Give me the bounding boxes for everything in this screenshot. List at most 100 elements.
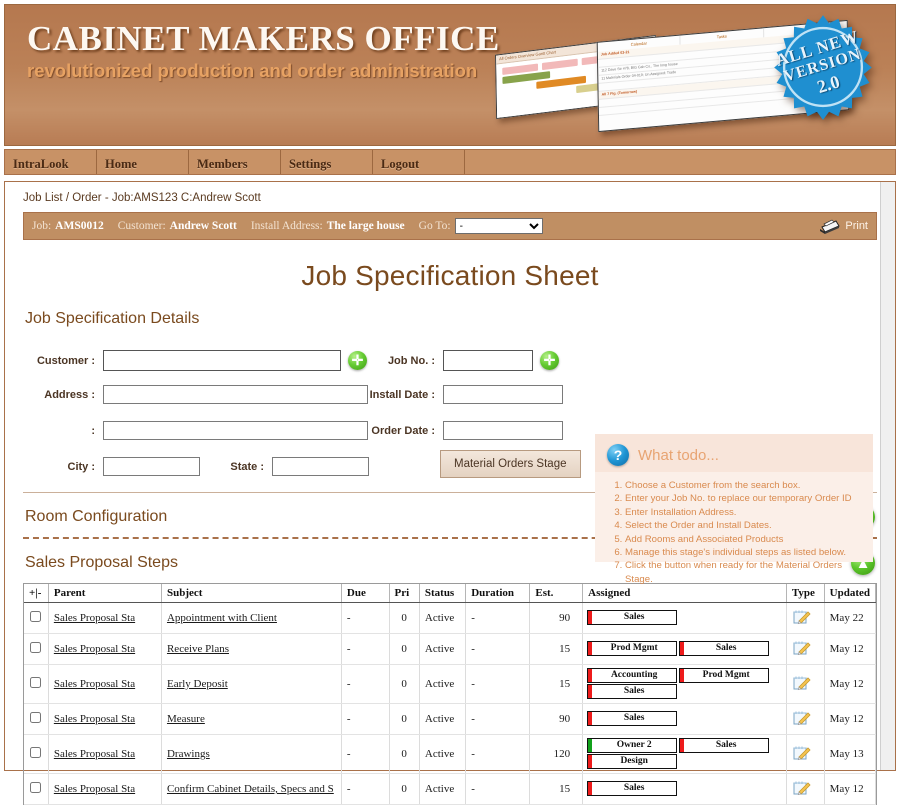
assigned-line: Sales (587, 610, 782, 625)
row-checkbox[interactable] (30, 747, 42, 758)
parent-link[interactable]: Sales Proposal Sta (54, 783, 135, 795)
customer-search-icon[interactable]: ✛ (348, 351, 367, 370)
assigned-line: Owner 2 Sales (587, 738, 782, 753)
nav-item-settings[interactable]: Settings (281, 150, 373, 174)
th-est[interactable]: Est. (529, 584, 584, 603)
jobno-search-icon[interactable]: ✛ (540, 351, 559, 370)
assigned-badge-label: Sales (623, 612, 645, 622)
parent-link[interactable]: Sales Proposal Sta (54, 643, 135, 655)
cell-assigned: Prod Mgmt Sales (582, 633, 787, 665)
cell-updated: May 22 (824, 602, 877, 634)
th-subject[interactable]: Subject (161, 584, 342, 603)
th-pri[interactable]: Pri (389, 584, 420, 603)
install-date-input[interactable] (443, 385, 563, 404)
cell-type[interactable] (786, 633, 825, 665)
assigned-badge[interactable]: Sales (587, 610, 678, 625)
row-checkbox[interactable] (30, 712, 42, 723)
cell-updated: May 12 (824, 703, 877, 735)
nav-item-home[interactable]: Home (97, 150, 189, 174)
page-scrollbar[interactable] (880, 182, 895, 770)
cell-est: 15 (529, 773, 584, 805)
table-row: Sales Proposal Sta Early Deposit -0 Active -… (24, 664, 877, 704)
parent-link[interactable]: Sales Proposal Sta (54, 748, 135, 760)
cell-pri: 0 (389, 664, 420, 704)
subject-link[interactable]: Confirm Cabinet Details, Specs and S (167, 783, 334, 795)
assigned-badge-label: Accounting (610, 670, 658, 680)
row-select-cell[interactable] (24, 602, 49, 634)
cell-type[interactable] (786, 773, 825, 805)
parent-link[interactable]: Sales Proposal Sta (54, 713, 135, 725)
row-select-cell[interactable] (24, 734, 49, 774)
th-expand[interactable]: +|- (24, 584, 49, 603)
cell-due: - (341, 664, 390, 704)
row-checkbox[interactable] (30, 611, 42, 622)
subject-link[interactable]: Early Deposit (167, 678, 228, 690)
assigned-badge[interactable]: Sales (587, 711, 678, 726)
nav-item-logout[interactable]: Logout (373, 150, 465, 174)
brand-block: CABINET MAKERS OFFICE revolutionized pro… (27, 19, 500, 82)
th-parent[interactable]: Parent (48, 584, 162, 603)
cell-pri: 0 (389, 602, 420, 634)
row-checkbox[interactable] (30, 642, 42, 653)
row-checkbox[interactable] (30, 677, 42, 688)
subject-link[interactable]: Appointment with Client (167, 612, 277, 624)
parent-link[interactable]: Sales Proposal Sta (54, 612, 135, 624)
cell-status: Active (419, 664, 467, 704)
customer-input[interactable] (103, 350, 341, 371)
assigned-badge[interactable]: Prod Mgmt (679, 668, 770, 683)
th-type[interactable]: Type (786, 584, 825, 603)
address-label: Address : (44, 388, 95, 401)
cell-parent: Sales Proposal Sta (48, 602, 162, 634)
install-date-row: Install Date : (350, 385, 563, 404)
subject-link[interactable]: Receive Plans (167, 643, 229, 655)
order-date-input[interactable] (443, 421, 563, 440)
assigned-badge[interactable]: Owner 2 (587, 738, 678, 753)
cell-type[interactable] (786, 734, 825, 774)
jobno-input[interactable] (443, 350, 533, 371)
th-duration[interactable]: Duration (465, 584, 531, 603)
state-input[interactable] (272, 457, 369, 476)
assigned-badge-label: Sales (623, 713, 645, 723)
job-info-bar: Job: AMS0012 Customer: Andrew Scott Inst… (23, 212, 877, 240)
th-due[interactable]: Due (341, 584, 390, 603)
nav-item-intralook[interactable]: IntraLook (5, 150, 97, 174)
breadcrumb-separator: - (104, 192, 109, 204)
cell-status: Active (419, 734, 467, 774)
cell-type[interactable] (786, 664, 825, 704)
assigned-badge[interactable]: Sales (679, 641, 770, 656)
cell-assigned: Sales (582, 602, 787, 634)
row-select-cell[interactable] (24, 633, 49, 665)
cell-updated: May 12 (824, 664, 877, 704)
breadcrumb: Job List / Order - Job:AMS123 C:Andrew S… (5, 182, 895, 212)
breadcrumb-root[interactable]: Job List / Order (23, 192, 102, 204)
assigned-badge[interactable]: Prod Mgmt (587, 641, 678, 656)
note-edit-icon (793, 676, 811, 691)
row-select-cell[interactable] (24, 703, 49, 735)
assigned-badge[interactable]: Sales (587, 684, 678, 699)
th-status[interactable]: Status (419, 584, 467, 603)
material-orders-stage-button[interactable]: Material Orders Stage (440, 450, 581, 478)
address-input[interactable] (103, 385, 368, 404)
address2-input[interactable] (103, 421, 368, 440)
assigned-badge[interactable]: Sales (679, 738, 770, 753)
what-todo-panel: ? What todo... Choose a Customer from th… (595, 434, 873, 585)
assigned-badge[interactable]: Sales (587, 781, 678, 796)
row-select-cell[interactable] (24, 664, 49, 704)
cell-type[interactable] (786, 703, 825, 735)
city-label: City : (67, 460, 96, 473)
th-assigned[interactable]: Assigned (582, 584, 787, 603)
row-checkbox[interactable] (30, 782, 42, 793)
row-select-cell[interactable] (24, 773, 49, 805)
city-input[interactable] (103, 457, 200, 476)
subject-link[interactable]: Drawings (167, 748, 210, 760)
cell-type[interactable] (786, 602, 825, 634)
print-button[interactable]: Print (818, 217, 868, 235)
subject-link[interactable]: Measure (167, 713, 205, 725)
nav-item-members[interactable]: Members (189, 150, 281, 174)
breadcrumb-current: Job:AMS123 C:Andrew Scott (111, 192, 261, 204)
th-updated[interactable]: Updated (824, 584, 877, 603)
assigned-badge[interactable]: Accounting (587, 668, 678, 683)
goto-select[interactable]: - (454, 218, 543, 234)
assigned-line: Sales (587, 711, 782, 726)
parent-link[interactable]: Sales Proposal Sta (54, 678, 135, 690)
